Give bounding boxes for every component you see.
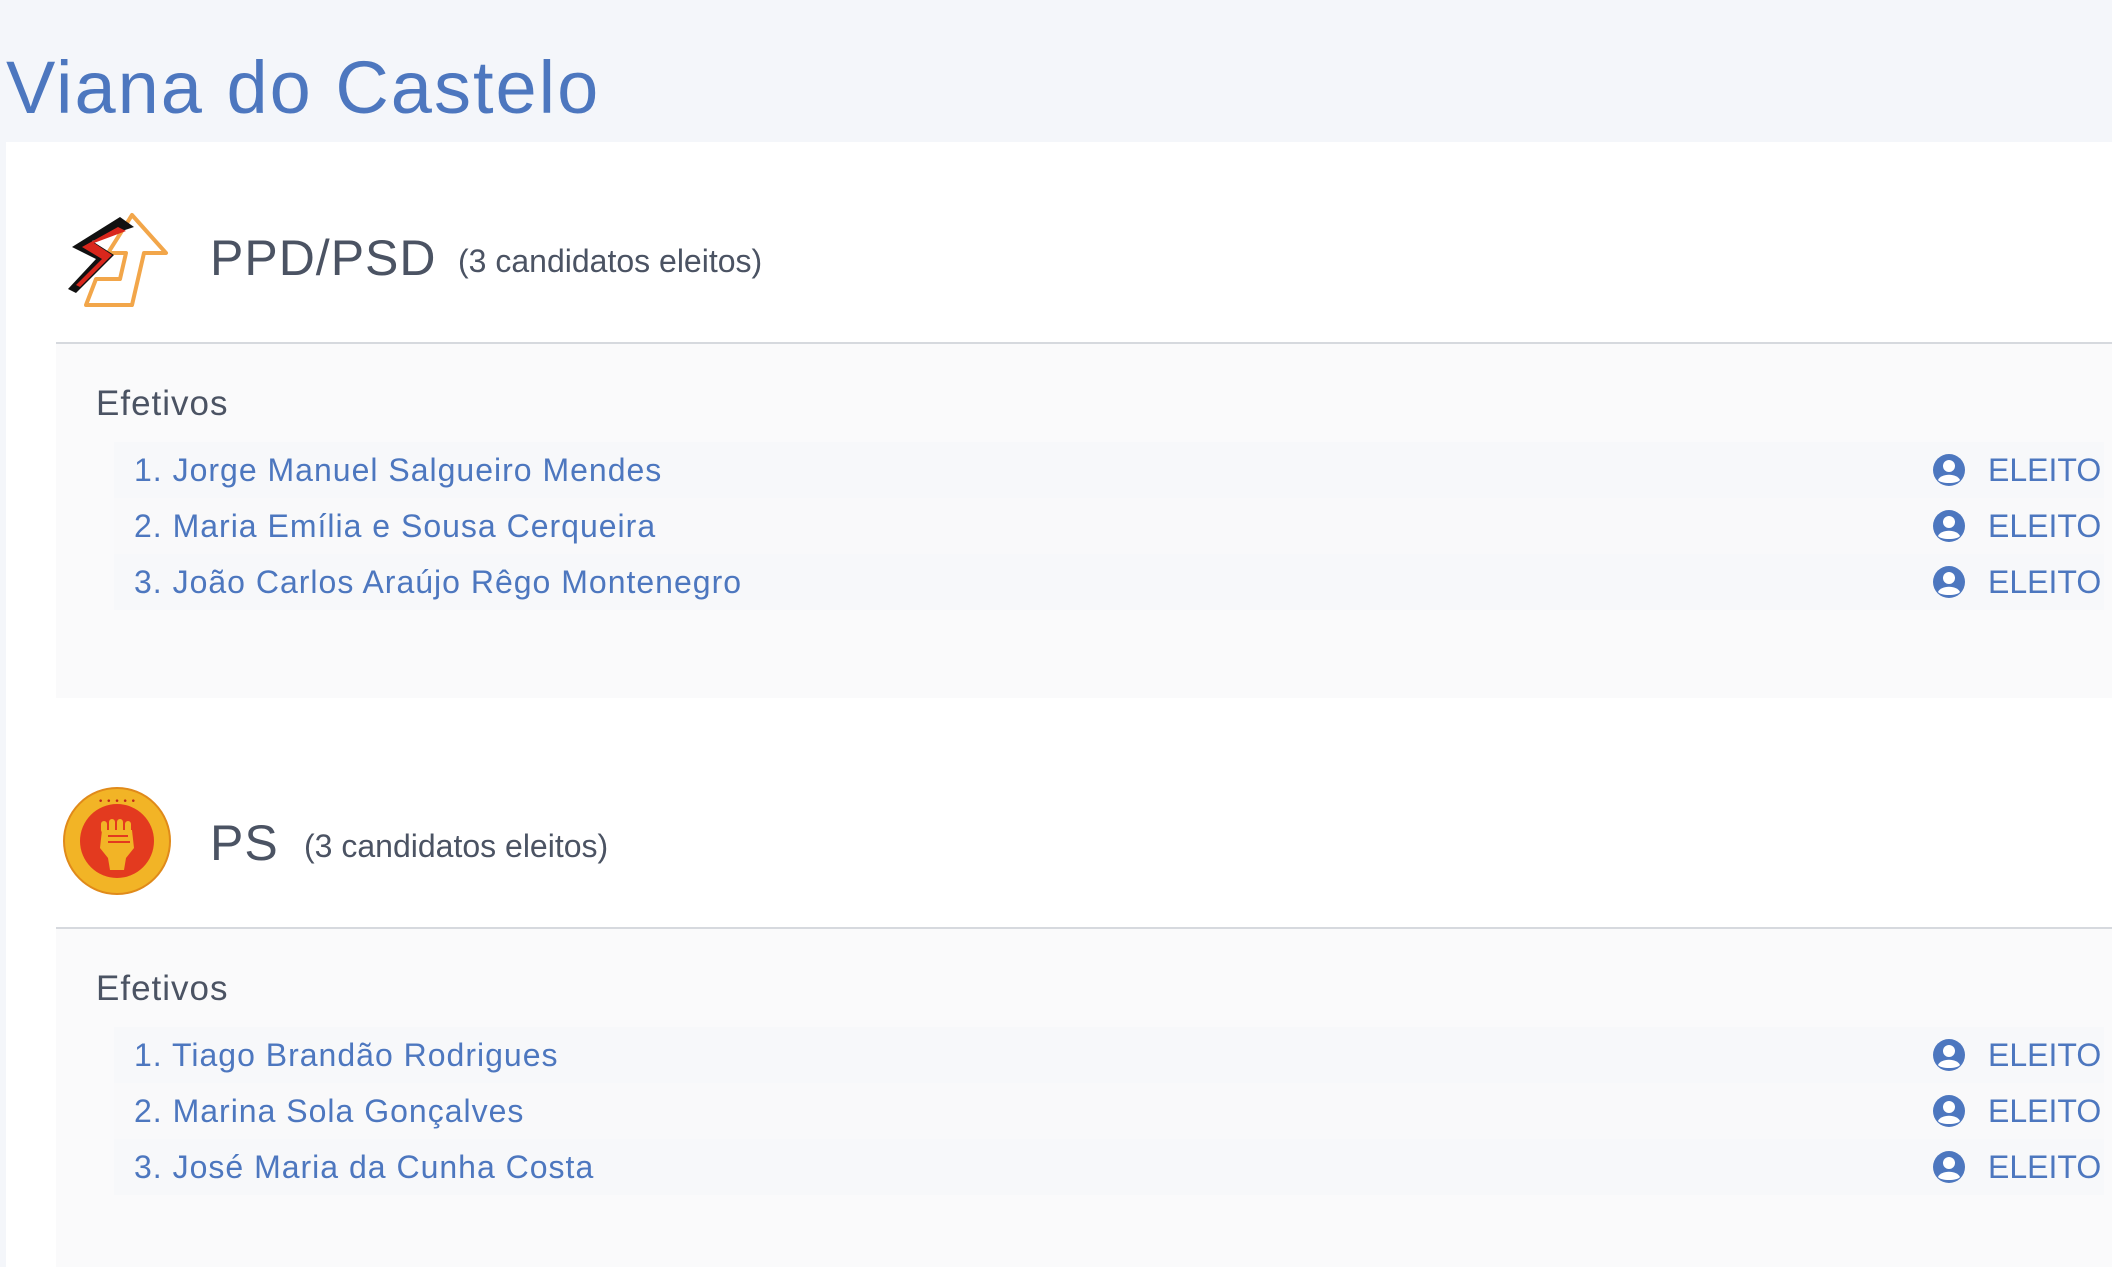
page: Viana do Castelo PPD/PSD (3 candidatos e… <box>0 0 2112 1267</box>
candidate-status: ELEITO <box>1932 450 2101 490</box>
user-circle-icon <box>1933 454 1965 486</box>
party-name: PS <box>210 815 279 871</box>
user-circle-icon <box>1933 1151 1965 1183</box>
status-label: ELEITO <box>1988 452 2102 488</box>
svg-text:• • • • •: • • • • • <box>98 797 136 807</box>
candidate-row[interactable]: 1. Jorge Manuel Salgueiro Mendes ELEITO <box>114 442 2104 498</box>
candidate-status: ELEITO <box>1932 1147 2101 1187</box>
elected-count: (3 candidatos eleitos) <box>304 828 609 864</box>
candidate-status: ELEITO <box>1932 506 2101 546</box>
candidate-list: 1. Jorge Manuel Salgueiro Mendes ELEITO … <box>114 442 2104 610</box>
candidate-row[interactable]: 2. Maria Emília e Sousa Cerqueira ELEITO <box>114 498 2104 554</box>
elected-count: (3 candidatos eleitos) <box>458 243 763 279</box>
candidate-name[interactable]: 1. Tiago Brandão Rodrigues <box>134 1035 558 1075</box>
status-label: ELEITO <box>1988 1037 2102 1073</box>
status-label: ELEITO <box>1988 564 2102 600</box>
candidate-status: ELEITO <box>1932 562 2101 602</box>
user-circle-icon <box>1933 1095 1965 1127</box>
party-block-ppd-psd: PPD/PSD (3 candidatos eleitos) Efetivos … <box>6 142 2112 698</box>
status-label: ELEITO <box>1988 508 2102 544</box>
status-label: ELEITO <box>1988 1149 2102 1185</box>
user-circle-icon <box>1933 510 1965 542</box>
candidate-name[interactable]: 3. João Carlos Araújo Rêgo Montenegro <box>134 562 742 602</box>
status-label: ELEITO <box>1988 1093 2102 1129</box>
party-header: PPD/PSD (3 candidatos eleitos) <box>6 142 2112 342</box>
candidate-row[interactable]: 2. Marina Sola Gonçalves ELEITO <box>114 1083 2104 1139</box>
party-block-ps: • • • • • PS (3 candidatos eleitos) Efet… <box>6 727 2112 1267</box>
section-label-efetivos: Efetivos <box>96 384 229 423</box>
psd-arrow-logo-icon <box>68 213 168 307</box>
candidate-row[interactable]: 1. Tiago Brandão Rodrigues ELEITO <box>114 1027 2104 1083</box>
candidates-panel: Efetivos 1. Tiago Brandão Rodrigues ELEI… <box>56 927 2112 1267</box>
candidate-row[interactable]: 3. José Maria da Cunha Costa ELEITO <box>114 1139 2104 1195</box>
candidate-name[interactable]: 3. José Maria da Cunha Costa <box>134 1147 594 1187</box>
district-title: Viana do Castelo <box>6 46 601 129</box>
candidate-list: 1. Tiago Brandão Rodrigues ELEITO 2. Mar… <box>114 1027 2104 1195</box>
party-name: PPD/PSD <box>210 230 437 286</box>
candidate-status: ELEITO <box>1932 1035 2101 1075</box>
candidate-name[interactable]: 1. Jorge Manuel Salgueiro Mendes <box>134 450 662 490</box>
candidate-row[interactable]: 3. João Carlos Araújo Rêgo Montenegro EL… <box>114 554 2104 610</box>
user-circle-icon <box>1933 566 1965 598</box>
candidate-name[interactable]: 2. Marina Sola Gonçalves <box>134 1091 524 1131</box>
district-header: Viana do Castelo <box>0 0 2112 142</box>
section-label-efetivos: Efetivos <box>96 969 229 1008</box>
candidate-name[interactable]: 2. Maria Emília e Sousa Cerqueira <box>134 506 656 546</box>
candidate-status: ELEITO <box>1932 1091 2101 1131</box>
candidates-panel: Efetivos 1. Jorge Manuel Salgueiro Mende… <box>56 342 2112 698</box>
ps-fist-logo-icon: • • • • • <box>63 787 171 895</box>
user-circle-icon <box>1933 1039 1965 1071</box>
party-header: • • • • • PS (3 candidatos eleitos) <box>6 727 2112 927</box>
results-content: PPD/PSD (3 candidatos eleitos) Efetivos … <box>6 142 2112 1267</box>
